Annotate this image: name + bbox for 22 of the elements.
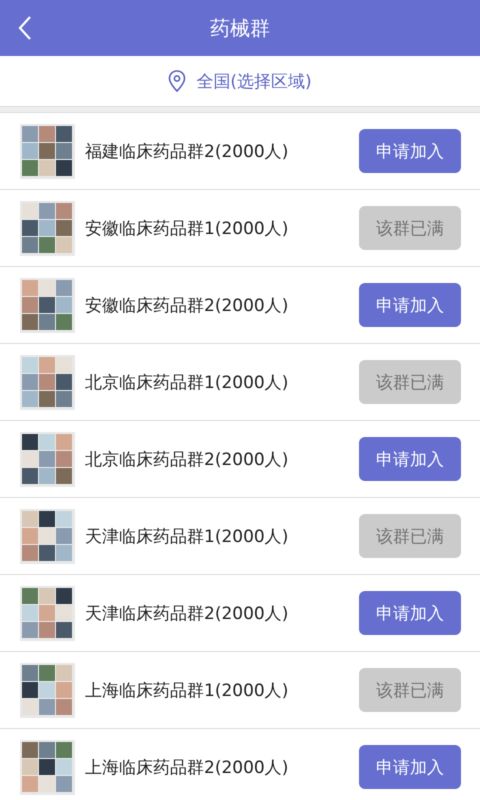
group-name: 上海临床药品群1(2000人) <box>85 680 290 702</box>
join-button[interactable]: 申请加入 <box>359 591 461 635</box>
group-name: 天津临床药品群2(2000人) <box>85 602 290 624</box>
region-selector[interactable]: 全国(选择区域) <box>0 56 480 106</box>
group-name: 福建临床药品群2(2000人) <box>85 140 290 162</box>
group-full-button[interactable]: 该群已满 <box>359 360 461 404</box>
join-button[interactable]: 申请加入 <box>359 745 461 789</box>
group-name: 安徽临床药品群2(2000人) <box>85 294 290 316</box>
group-name: 安徽临床药品群1(2000人) <box>85 218 290 240</box>
group-name: 北京临床药品群1(2000人) <box>85 372 290 394</box>
group-name: 天津临床药品群1(2000人) <box>85 526 290 548</box>
page-title: 药械群 <box>210 14 270 42</box>
join-button[interactable]: 申请加入 <box>359 283 461 327</box>
group-full-button[interactable]: 该群已满 <box>359 514 461 558</box>
join-button[interactable]: 申请加入 <box>359 437 461 481</box>
group-full-button[interactable]: 该群已满 <box>359 668 461 712</box>
join-button[interactable]: 申请加入 <box>359 129 461 173</box>
back-icon[interactable] <box>18 15 32 41</box>
group-full-button[interactable]: 该群已满 <box>359 206 461 250</box>
location-pin-icon <box>168 70 186 92</box>
group-name: 北京临床药品群2(2000人) <box>85 448 290 470</box>
group-name: 上海临床药品群2(2000人) <box>85 756 290 778</box>
